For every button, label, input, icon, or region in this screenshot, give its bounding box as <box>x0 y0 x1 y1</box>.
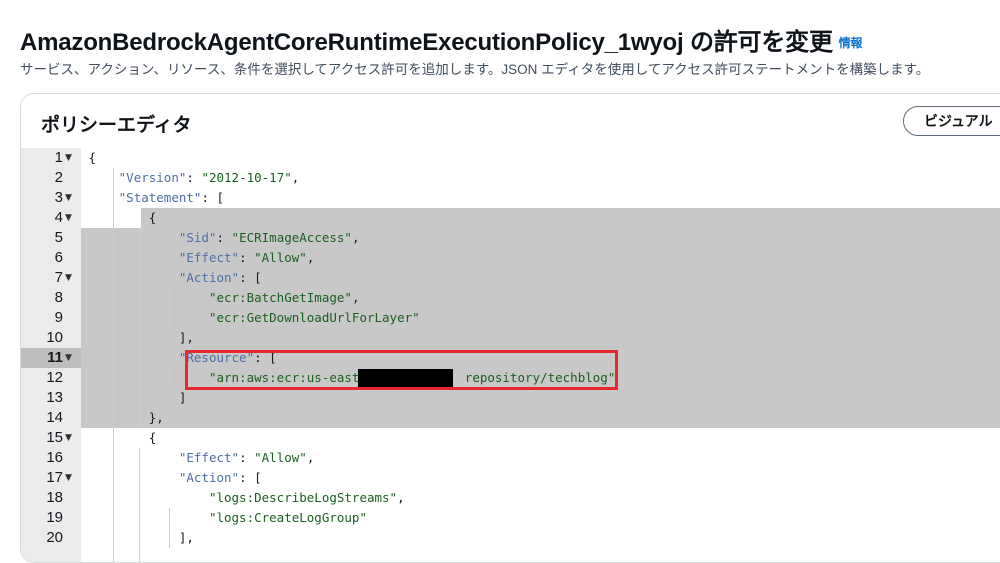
code-line[interactable]: 9 "ecr:GetDownloadUrlForLayer" <box>21 308 1000 328</box>
code-line[interactable]: 14 }, <box>21 408 1000 428</box>
code-line[interactable]: 2 "Version": "2012-10-17", <box>21 168 1000 188</box>
code-line[interactable]: 1 ▼ { <box>21 148 1000 168</box>
line-number: 13 <box>46 389 63 406</box>
code-text: ], <box>81 330 194 345</box>
code-text: { <box>81 430 157 445</box>
line-number: 15 <box>46 429 63 446</box>
code-line[interactable]: 8 "ecr:BatchGetImage", <box>21 288 1000 308</box>
code-line[interactable]: 6 "Effect": "Allow", <box>21 248 1000 268</box>
policy-editor-panel: ポリシーエディタ ビジュアル 1 ▼ {2 "Version": "2012-10… <box>20 93 1000 563</box>
code-text: { <box>81 210 157 225</box>
panel-title: ポリシーエディタ <box>41 115 192 136</box>
code-line[interactable]: 19 "logs:CreateLogGroup" <box>21 508 1000 528</box>
line-number: 2 <box>54 169 63 186</box>
page-title-text: AmazonBedrockAgentCoreRuntimeExecutionPo… <box>20 29 833 56</box>
code-text: "logs:DescribeLogStreams", <box>208 490 405 505</box>
code-line[interactable]: 16 "Effect": "Allow", <box>21 448 1000 468</box>
code-text: "ecr:GetDownloadUrlForLayer" <box>208 310 420 325</box>
code-line[interactable]: 20 ], <box>21 528 1000 548</box>
fold-toggle-icon[interactable]: ▼ <box>65 428 72 448</box>
code-line[interactable]: 15 ▼ { <box>21 428 1000 448</box>
code-line[interactable]: 3 ▼ "Statement": [ <box>21 188 1000 208</box>
line-number: 10 <box>46 329 63 346</box>
code-line[interactable]: 4 ▼ { <box>21 208 1000 228</box>
code-text: "Version": "2012-10-17", <box>118 170 300 185</box>
fold-toggle-icon[interactable]: ▼ <box>65 148 72 168</box>
code-text: "ecr:BatchGetImage", <box>208 290 360 305</box>
json-editor[interactable]: 1 ▼ {2 "Version": "2012-10-17", 3 ▼ "Statem… <box>21 148 1000 562</box>
page-title: AmazonBedrockAgentCoreRuntimeExecutionPo… <box>20 22 863 57</box>
resource-highlight-box <box>185 350 618 390</box>
code-line[interactable]: 18 "logs:DescribeLogStreams", <box>21 488 1000 508</box>
code-text: ], <box>81 530 194 545</box>
line-number: 19 <box>46 509 63 526</box>
fold-toggle-icon[interactable]: ▼ <box>65 468 72 488</box>
code-text: "Sid": "ECRImageAccess", <box>178 230 360 245</box>
code-text: "Statement": [ <box>118 190 225 205</box>
line-number: 9 <box>54 309 63 326</box>
code-line[interactable]: 10 ], <box>21 328 1000 348</box>
line-number: 12 <box>46 369 63 386</box>
line-number: 7 <box>54 269 63 286</box>
fold-toggle-icon[interactable]: ▼ <box>65 188 72 208</box>
info-link[interactable]: 情報 <box>839 36 863 50</box>
line-number: 17 <box>46 469 63 486</box>
line-number: 5 <box>54 229 63 246</box>
fold-toggle-icon[interactable]: ▼ <box>65 348 72 368</box>
code-text: "Effect": "Allow", <box>178 250 315 265</box>
code-line[interactable]: 5 "Sid": "ECRImageAccess", <box>21 228 1000 248</box>
line-number: 3 <box>54 189 63 206</box>
code-text: { <box>81 150 97 165</box>
page-description: サービス、アクション、リソース、条件を選択してアクセス許可を追加します。JSON… <box>20 62 930 77</box>
line-number: 18 <box>46 489 63 506</box>
line-number: 1 <box>54 149 63 166</box>
line-number: 20 <box>46 529 63 546</box>
code-text: "Effect": "Allow", <box>178 450 315 465</box>
fold-toggle-icon[interactable]: ▼ <box>65 268 72 288</box>
code-text: }, <box>81 410 164 425</box>
line-number: 6 <box>54 249 63 266</box>
line-number: 14 <box>46 409 63 426</box>
fold-toggle-icon[interactable]: ▼ <box>65 208 72 228</box>
code-text: "Action": [ <box>178 470 262 485</box>
line-number: 16 <box>46 449 63 466</box>
code-text: "Action": [ <box>178 270 262 285</box>
visual-editor-button[interactable]: ビジュアル <box>903 106 1000 136</box>
line-number: 11 <box>47 349 63 366</box>
code-text: ] <box>81 390 187 405</box>
code-text: "logs:CreateLogGroup" <box>208 510 367 525</box>
code-line[interactable]: 13 ] <box>21 388 1000 408</box>
code-line[interactable]: 7 ▼ "Action": [ <box>21 268 1000 288</box>
line-number: 8 <box>54 289 63 306</box>
line-number: 4 <box>54 209 63 226</box>
code-line[interactable]: 17 ▼ "Action": [ <box>21 468 1000 488</box>
